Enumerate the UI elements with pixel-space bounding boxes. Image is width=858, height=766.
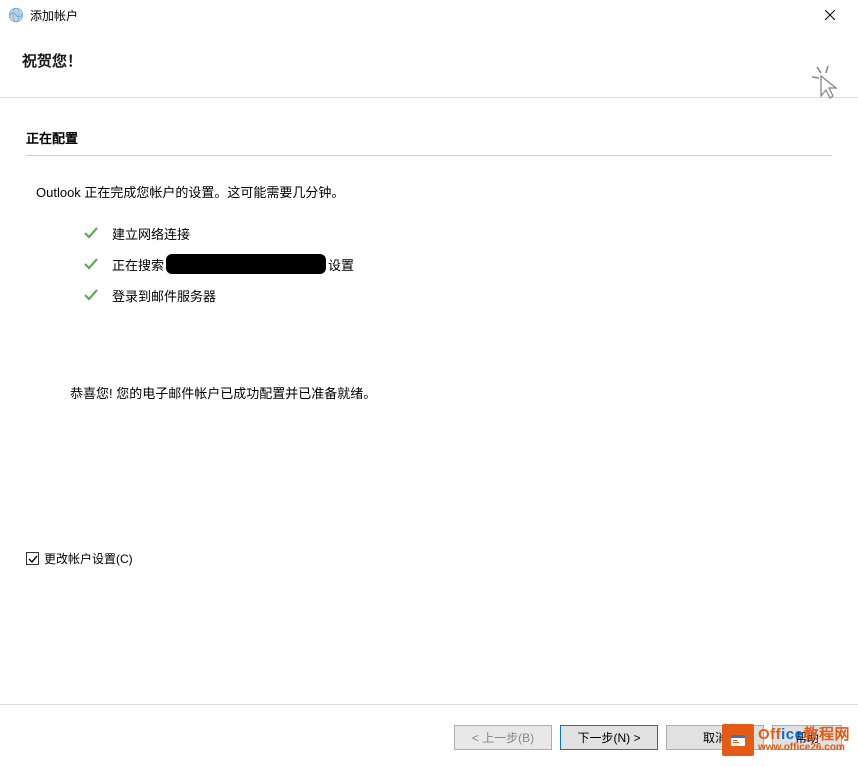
window-title: 添加帐户 bbox=[30, 7, 810, 24]
step-text: 登录到邮件服务器 bbox=[112, 286, 216, 305]
checkmark-icon bbox=[82, 227, 100, 239]
step2-prefix: 正在搜索 bbox=[112, 255, 164, 274]
next-button[interactable]: 下一步(N) > bbox=[560, 725, 658, 750]
content-area: 正在配置 Outlook 正在完成您帐户的设置。这可能需要几分钟。 建立网络连接… bbox=[0, 98, 858, 412]
checkbox-check-icon bbox=[28, 554, 38, 564]
step-row-1: 建立网络连接 bbox=[82, 223, 832, 243]
step-row-3: 登录到邮件服务器 bbox=[82, 285, 832, 305]
close-button[interactable] bbox=[810, 1, 850, 29]
status-text: Outlook 正在完成您帐户的设置。这可能需要几分钟。 bbox=[36, 182, 832, 201]
app-icon bbox=[8, 7, 24, 23]
section-divider bbox=[26, 155, 832, 156]
button-bar: < 上一步(B) 下一步(N) > 取消 帮助 bbox=[454, 725, 842, 750]
checkmark-icon bbox=[82, 289, 100, 301]
cursor-click-icon bbox=[810, 66, 840, 100]
titlebar: 添加帐户 bbox=[0, 0, 858, 30]
checkmark-icon bbox=[82, 258, 100, 270]
step-text: 建立网络连接 bbox=[112, 224, 190, 243]
final-message: 恭喜您! 您的电子邮件帐户已成功配置并已准备就绪。 bbox=[70, 383, 832, 402]
step-row-2: 正在搜索 设置 bbox=[82, 254, 832, 274]
steps-list: 建立网络连接 正在搜索 设置 登录到邮件服务器 bbox=[82, 223, 832, 305]
step2-suffix: 设置 bbox=[328, 255, 354, 274]
cancel-button[interactable]: 取消 bbox=[666, 725, 764, 750]
footer-divider bbox=[0, 704, 858, 705]
checkbox-label: 更改帐户设置(C) bbox=[44, 550, 133, 567]
header-section: 祝贺您！ bbox=[0, 30, 858, 97]
back-button: < 上一步(B) bbox=[454, 725, 552, 750]
section-title: 正在配置 bbox=[26, 128, 832, 147]
step-text: 正在搜索 设置 bbox=[112, 254, 354, 274]
congrats-title: 祝贺您！ bbox=[22, 50, 836, 71]
help-button[interactable]: 帮助 bbox=[772, 725, 842, 750]
redacted-block bbox=[166, 254, 326, 274]
checkbox-box[interactable] bbox=[26, 552, 39, 565]
change-settings-checkbox[interactable]: 更改帐户设置(C) bbox=[26, 550, 133, 567]
close-icon bbox=[825, 10, 835, 20]
